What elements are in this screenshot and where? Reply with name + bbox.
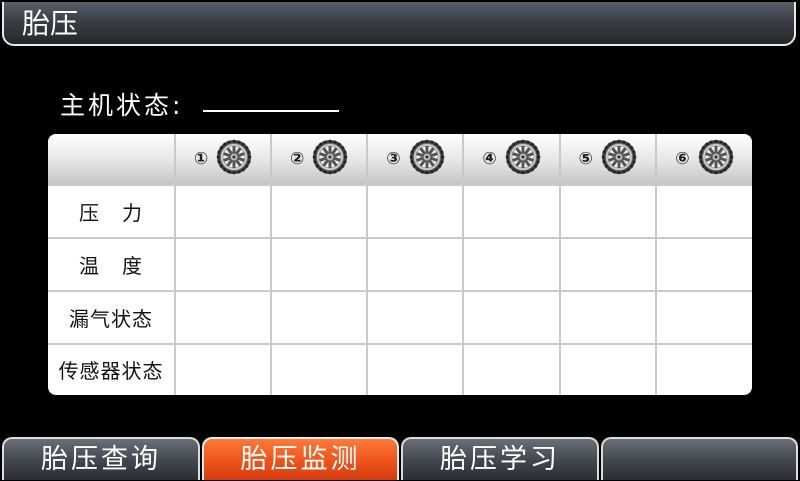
- table-cell: [173, 185, 273, 239]
- row-label-temperature: 温 度: [48, 236, 176, 292]
- table-cell: [558, 342, 657, 395]
- tire-header-6: ⑥: [654, 134, 752, 186]
- header-corner: [48, 134, 176, 186]
- row-label-sensor-status: 传感器状态: [48, 342, 176, 395]
- table-cell: [462, 185, 561, 239]
- tire-number: ⑥: [675, 149, 690, 169]
- title-bar: 胎压: [2, 2, 796, 46]
- tire-icon: [698, 139, 734, 179]
- table-cell: [366, 185, 465, 239]
- bottom-tab-bar: 胎压查询 胎压监测 胎压学习: [0, 437, 800, 480]
- table-cell: [654, 185, 752, 239]
- host-status-value: [203, 110, 339, 112]
- table-cell: [270, 236, 369, 292]
- tire-header-4: ④: [462, 134, 561, 186]
- tire-number: ⑤: [578, 149, 593, 169]
- tab-empty[interactable]: [601, 437, 798, 480]
- table-cell: [366, 236, 465, 292]
- table-row-sensor-status: 传感器状态: [48, 342, 752, 395]
- tire-icon: [216, 139, 252, 179]
- tire-number: ②: [290, 149, 305, 169]
- table-cell: [462, 342, 561, 395]
- tab-tire-query[interactable]: 胎压查询: [2, 437, 200, 480]
- tire-header-5: ⑤: [558, 134, 657, 186]
- table-cell: [366, 342, 465, 395]
- table-cell: [366, 289, 465, 345]
- table-row-temperature: 温 度: [48, 236, 752, 292]
- table-header-row: ① ② ③ ④ ⑤ ⑥: [48, 134, 752, 186]
- table-row-pressure: 压 力: [48, 185, 752, 239]
- tab-tire-learn[interactable]: 胎压学习: [401, 437, 599, 480]
- table-cell: [462, 236, 561, 292]
- tire-header-3: ③: [366, 134, 465, 186]
- tire-icon: [601, 139, 637, 179]
- table-cell: [558, 236, 657, 292]
- row-label-pressure: 压 力: [48, 185, 176, 239]
- tire-icon: [505, 139, 541, 179]
- table-cell: [462, 289, 561, 345]
- tire-number: ③: [386, 149, 401, 169]
- table-cell: [173, 236, 273, 292]
- tire-header-2: ②: [270, 134, 369, 186]
- table-cell: [558, 185, 657, 239]
- table-row-leak-status: 漏气状态: [48, 289, 752, 345]
- table-cell: [654, 342, 752, 395]
- host-status-label: 主机状态:: [60, 91, 184, 120]
- row-label-leak-status: 漏气状态: [48, 289, 176, 345]
- tab-tire-monitor[interactable]: 胎压监测: [202, 437, 399, 480]
- table-cell: [270, 289, 369, 345]
- tire-number: ④: [482, 149, 497, 169]
- table-cell: [270, 185, 369, 239]
- window-title: 胎压: [22, 7, 79, 40]
- tire-header-1: ①: [173, 134, 273, 186]
- table-cell: [654, 236, 752, 292]
- tire-status-table: ① ② ③ ④ ⑤ ⑥ 压 力 温 度 漏气状态 传感器状态: [48, 134, 752, 395]
- table-cell: [654, 289, 752, 345]
- tire-icon: [409, 139, 445, 179]
- tire-icon: [312, 139, 348, 179]
- table-cell: [270, 342, 369, 395]
- tire-number: ①: [193, 149, 209, 169]
- table-cell: [558, 289, 657, 345]
- table-cell: [173, 289, 273, 345]
- table-cell: [173, 342, 273, 395]
